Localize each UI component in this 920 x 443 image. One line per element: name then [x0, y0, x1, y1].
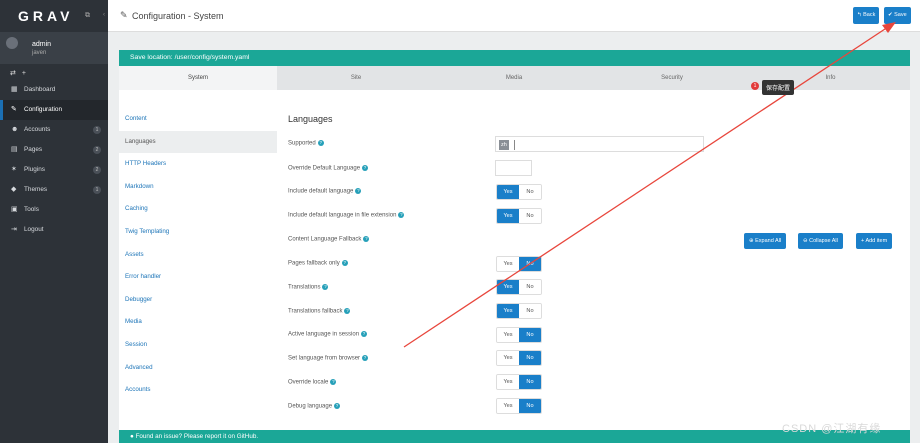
annotation-number-badge: 1 [751, 82, 759, 90]
watermark: CSDN @江湖有缘 [782, 423, 882, 435]
annotation-arrow [403, 22, 896, 348]
save-tooltip: 保存配置 [762, 80, 795, 95]
